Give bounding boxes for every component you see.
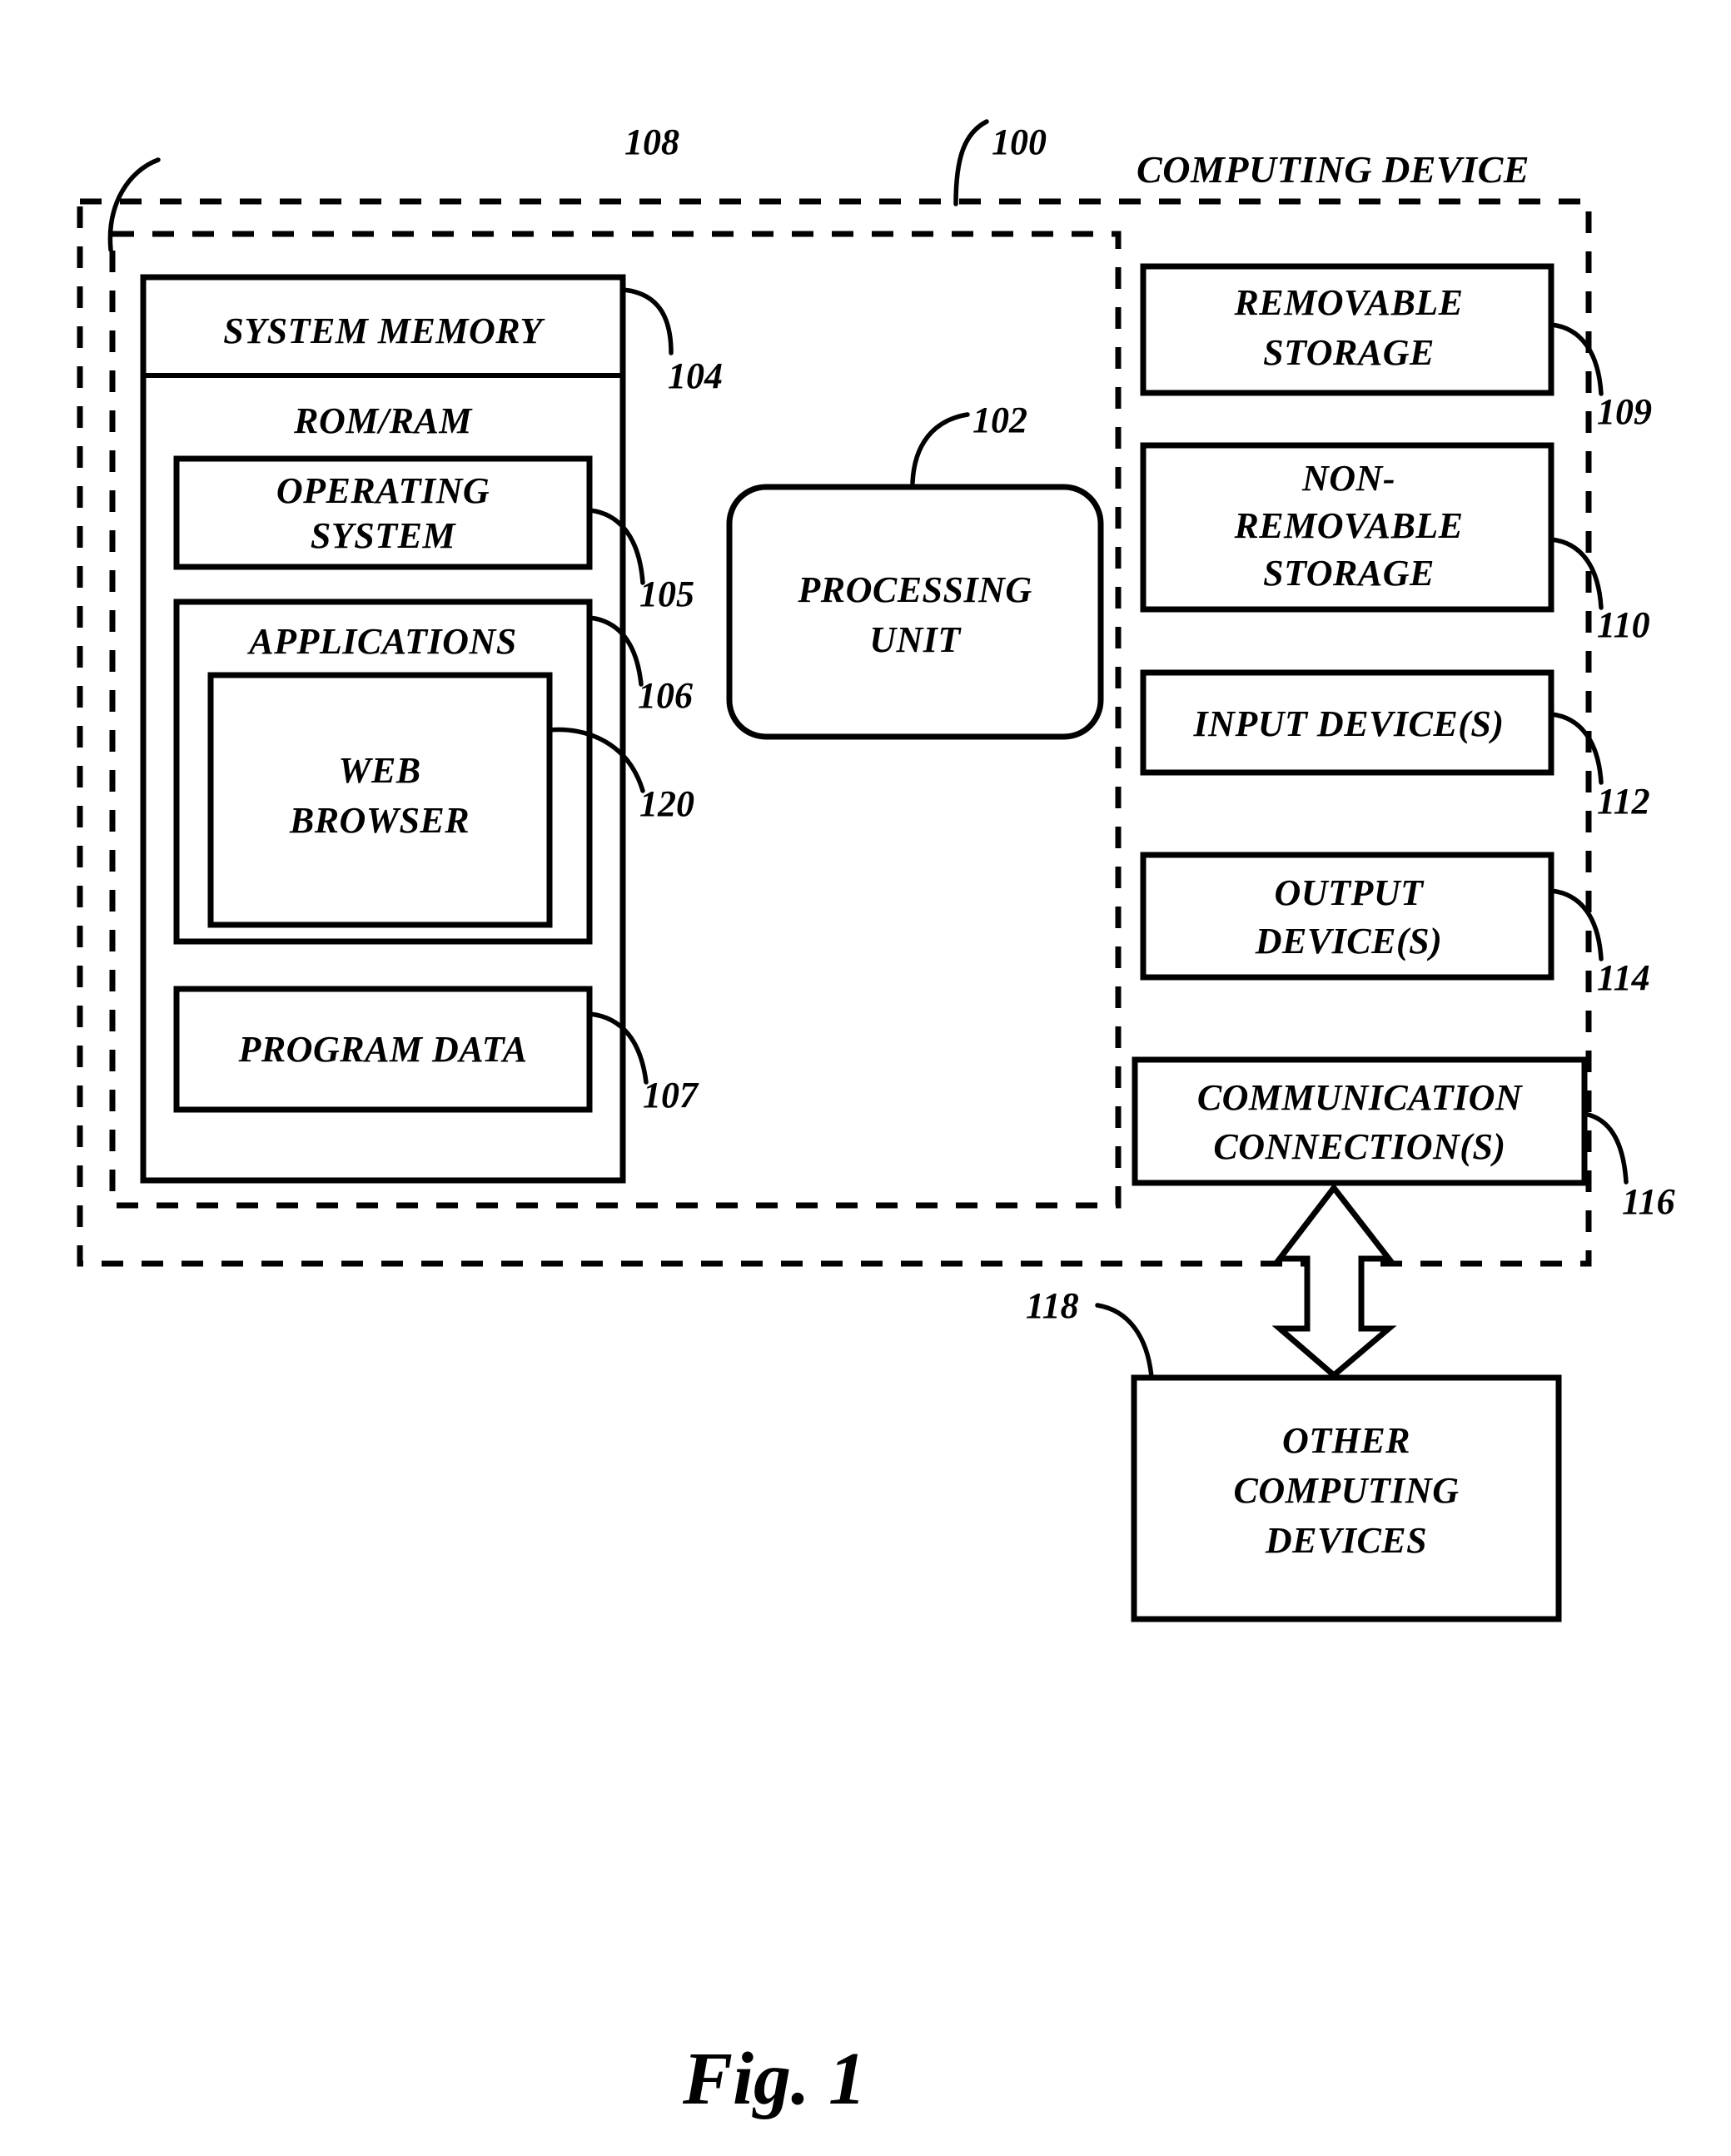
communication-connections-label-line1: COMMUNICATION: [1197, 1077, 1524, 1118]
computing-device-block-diagram: COMPUTING DEVICE 100 108 104 105 106 120…: [77, 119, 1675, 2120]
processing-unit-label-line1: PROCESSING: [797, 569, 1032, 610]
web-browser-label-line2: BROWSER: [289, 800, 470, 841]
non-removable-storage-label-line1: NON-: [1301, 458, 1395, 499]
ref-num-116: 116: [1622, 1181, 1675, 1222]
ref-num-108: 108: [624, 122, 679, 162]
output-devices-label-line1: OUTPUT: [1275, 872, 1425, 913]
operating-system-label-line2: SYSTEM: [311, 515, 457, 556]
operating-system-label-line1: OPERATING: [276, 470, 490, 511]
non-removable-storage-label-line2: REMOVABLE: [1233, 505, 1463, 546]
removable-storage-label-line2: STORAGE: [1263, 332, 1435, 373]
leader-114: [1549, 888, 1604, 961]
ref-num-107: 107: [643, 1075, 699, 1115]
system-memory-label: SYSTEM MEMORY: [223, 310, 545, 351]
ref-num-100: 100: [992, 122, 1047, 162]
figure-caption: Fig. 1: [682, 2038, 866, 2120]
other-computing-devices-label-line2: COMPUTING: [1234, 1470, 1460, 1511]
other-computing-devices-label-line1: OTHER: [1282, 1420, 1410, 1461]
ref-num-109: 109: [1597, 391, 1652, 432]
program-data-label: PROGRAM DATA: [237, 1029, 527, 1070]
ref-num-110: 110: [1597, 604, 1650, 645]
leader-104: [620, 287, 674, 355]
rom-ram-label: ROM/RAM: [293, 400, 473, 441]
input-devices-label: INPUT DEVICE(S): [1193, 703, 1505, 744]
other-computing-devices-label-line3: DEVICES: [1265, 1520, 1427, 1561]
computing-device-title: COMPUTING DEVICE: [1137, 148, 1530, 191]
applications-label: APPLICATIONS: [246, 621, 516, 662]
leader-100: [953, 119, 989, 206]
ref-num-102: 102: [972, 400, 1027, 440]
ref-num-104: 104: [668, 355, 723, 396]
ref-num-120: 120: [639, 783, 694, 824]
ref-num-105: 105: [639, 574, 694, 614]
web-browser-label-line1: WEB: [338, 750, 420, 791]
leader-109: [1549, 322, 1604, 396]
non-removable-storage-label-line3: STORAGE: [1263, 553, 1435, 594]
ref-num-114: 114: [1597, 957, 1650, 998]
processing-unit-label-line2: UNIT: [869, 619, 962, 660]
communication-connections-label-line2: CONNECTION(S): [1213, 1126, 1505, 1167]
output-devices-label-line2: DEVICE(S): [1255, 921, 1443, 961]
leader-102: [910, 412, 970, 485]
leader-112: [1549, 712, 1604, 785]
ref-num-118: 118: [1026, 1285, 1079, 1326]
patent-figure: COMPUTING DEVICE 100 108 104 105 106 120…: [0, 0, 1731, 2156]
removable-storage-label-line1: REMOVABLE: [1233, 282, 1463, 323]
leader-110: [1549, 537, 1604, 610]
ref-num-106: 106: [638, 675, 693, 716]
processing-unit-box: [726, 484, 1104, 740]
bidirectional-arrow: [1271, 1183, 1397, 1379]
leader-118: [1095, 1303, 1154, 1379]
ref-num-112: 112: [1597, 781, 1650, 822]
